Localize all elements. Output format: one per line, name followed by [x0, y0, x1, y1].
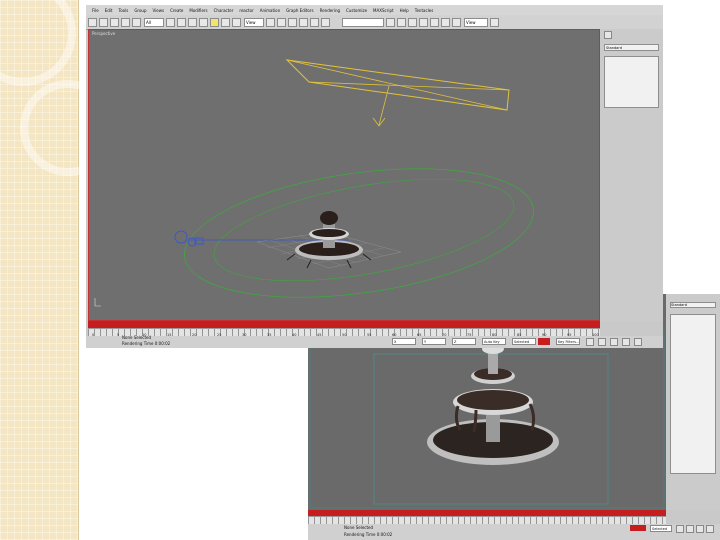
bottom-status-bar: None Selected Rendering Time 0:00:02 Sel… — [308, 524, 720, 540]
select-icon[interactable] — [166, 17, 175, 27]
utilities-tab-icon[interactable] — [604, 31, 612, 39]
selected-field[interactable]: Selected — [512, 338, 536, 345]
zoom-button[interactable] — [696, 525, 704, 533]
maximize-button[interactable] — [634, 338, 642, 346]
coord-x-field[interactable]: X — [392, 338, 416, 345]
menu-item[interactable]: Create — [170, 8, 183, 13]
menu-item[interactable]: Help — [400, 8, 409, 13]
play-button[interactable] — [586, 338, 594, 346]
time-slider[interactable] — [88, 321, 600, 328]
keyfilters-button[interactable]: Key Filters... — [556, 338, 580, 345]
status-render-time: Rendering Time 0:00:02 — [344, 532, 393, 537]
move-icon[interactable] — [210, 17, 219, 27]
top-3dsmax-window: File Edit Tools Group Views Create Modifiers Ch… — [86, 5, 663, 348]
schematic-icon[interactable] — [430, 17, 439, 27]
redo-icon[interactable] — [99, 17, 108, 27]
bottom-cmd-dropdown[interactable]: Standard — [670, 302, 716, 308]
pan-button[interactable] — [610, 338, 618, 346]
menu-item[interactable]: Modifiers — [189, 8, 207, 13]
menu-item[interactable]: Animation — [260, 8, 280, 13]
menu-item[interactable]: Customize — [346, 8, 367, 13]
menu-item[interactable]: Tools — [118, 8, 128, 13]
mirror-icon[interactable] — [386, 17, 395, 27]
next-frame-button[interactable] — [686, 525, 694, 533]
bottom-autokey-button[interactable] — [630, 525, 646, 531]
selection-filter-dropdown[interactable]: All — [144, 17, 164, 27]
render-scene-icon[interactable] — [452, 17, 461, 27]
setkey-button[interactable] — [538, 338, 550, 345]
spinner-snap-icon[interactable] — [321, 17, 330, 27]
menu-item[interactable]: Character — [214, 8, 234, 13]
menu-item[interactable]: Views — [153, 8, 165, 13]
play-button[interactable] — [676, 525, 684, 533]
snap-icon[interactable] — [288, 17, 297, 27]
object-type-rollout — [604, 56, 659, 108]
reference-coord-dropdown[interactable]: View — [244, 17, 264, 27]
undo-icon[interactable] — [88, 17, 97, 27]
camera-icon[interactable] — [174, 230, 188, 244]
render-preset-dropdown[interactable]: View — [464, 17, 488, 27]
menu-item[interactable]: Edit — [105, 8, 113, 13]
scale-icon[interactable] — [232, 17, 241, 27]
angle-snap-icon[interactable] — [299, 17, 308, 27]
axis-tripod-icon — [94, 298, 101, 307]
menu-item[interactable]: File — [92, 8, 99, 13]
quick-render-icon[interactable] — [490, 17, 499, 27]
status-render-time: Rendering Time 0:00:02 — [122, 341, 171, 346]
orbit-button[interactable] — [622, 338, 630, 346]
scene-svg — [94, 59, 541, 317]
slide-decoration — [0, 0, 116, 540]
status-selection: None Selected — [122, 335, 152, 340]
unlink-icon[interactable] — [121, 17, 130, 27]
rotate-icon[interactable] — [221, 17, 230, 27]
align-icon[interactable] — [397, 17, 406, 27]
fountain-mid-water — [457, 390, 529, 410]
link-icon[interactable] — [110, 17, 119, 27]
layer-icon[interactable] — [408, 17, 417, 27]
status-bar: None Selected Rendering Time 0:00:02 X Y… — [86, 335, 663, 348]
region-icon[interactable] — [188, 17, 197, 27]
pan-button[interactable] — [706, 525, 714, 533]
menu-item[interactable]: Graph Editors — [286, 8, 313, 13]
model-top — [320, 211, 338, 225]
perspective-viewport[interactable]: Perspective — [88, 29, 600, 321]
coord-y-field[interactable]: Y — [422, 338, 446, 345]
menu-item[interactable]: Rendering — [320, 8, 340, 13]
select-by-name-icon[interactable] — [177, 17, 186, 27]
percent-snap-icon[interactable] — [310, 17, 319, 27]
bottom-rollout-area — [670, 314, 716, 474]
bottom-selected-field[interactable]: Selected — [650, 525, 672, 532]
bottom-command-panel: Standard — [666, 294, 720, 510]
manipulate-icon[interactable] — [277, 17, 286, 27]
status-selection: None Selected — [344, 525, 374, 530]
menu-item[interactable]: reactor — [239, 8, 253, 13]
main-toolbar: All View View — [86, 15, 663, 30]
camera-path-inner[interactable] — [207, 160, 522, 299]
named-selection-dropdown[interactable] — [342, 17, 384, 27]
model-tier-water — [312, 229, 346, 237]
menu-item[interactable]: MAXScript — [373, 8, 394, 13]
menu-item[interactable]: Tentacles — [415, 8, 434, 13]
coord-z-field[interactable]: Z — [452, 338, 476, 345]
camera-path-outer[interactable] — [176, 149, 541, 317]
pivot-icon[interactable] — [266, 17, 275, 27]
material-editor-icon[interactable] — [441, 17, 450, 27]
window-crossing-icon[interactable] — [199, 17, 208, 27]
menu-bar: File Edit Tools Group Views Create Modifiers Ch… — [86, 5, 663, 15]
command-panel: Standard — [600, 29, 663, 321]
cmd-dropdown[interactable]: Standard — [604, 44, 659, 51]
curve-editor-icon[interactable] — [419, 17, 428, 27]
menu-item[interactable]: Group — [134, 8, 146, 13]
autokey-button[interactable]: Auto Key — [482, 338, 506, 345]
zoom-button[interactable] — [598, 338, 606, 346]
bind-icon[interactable] — [132, 17, 141, 27]
decoration-ring — [0, 0, 76, 86]
command-panel-tabs — [604, 31, 659, 39]
